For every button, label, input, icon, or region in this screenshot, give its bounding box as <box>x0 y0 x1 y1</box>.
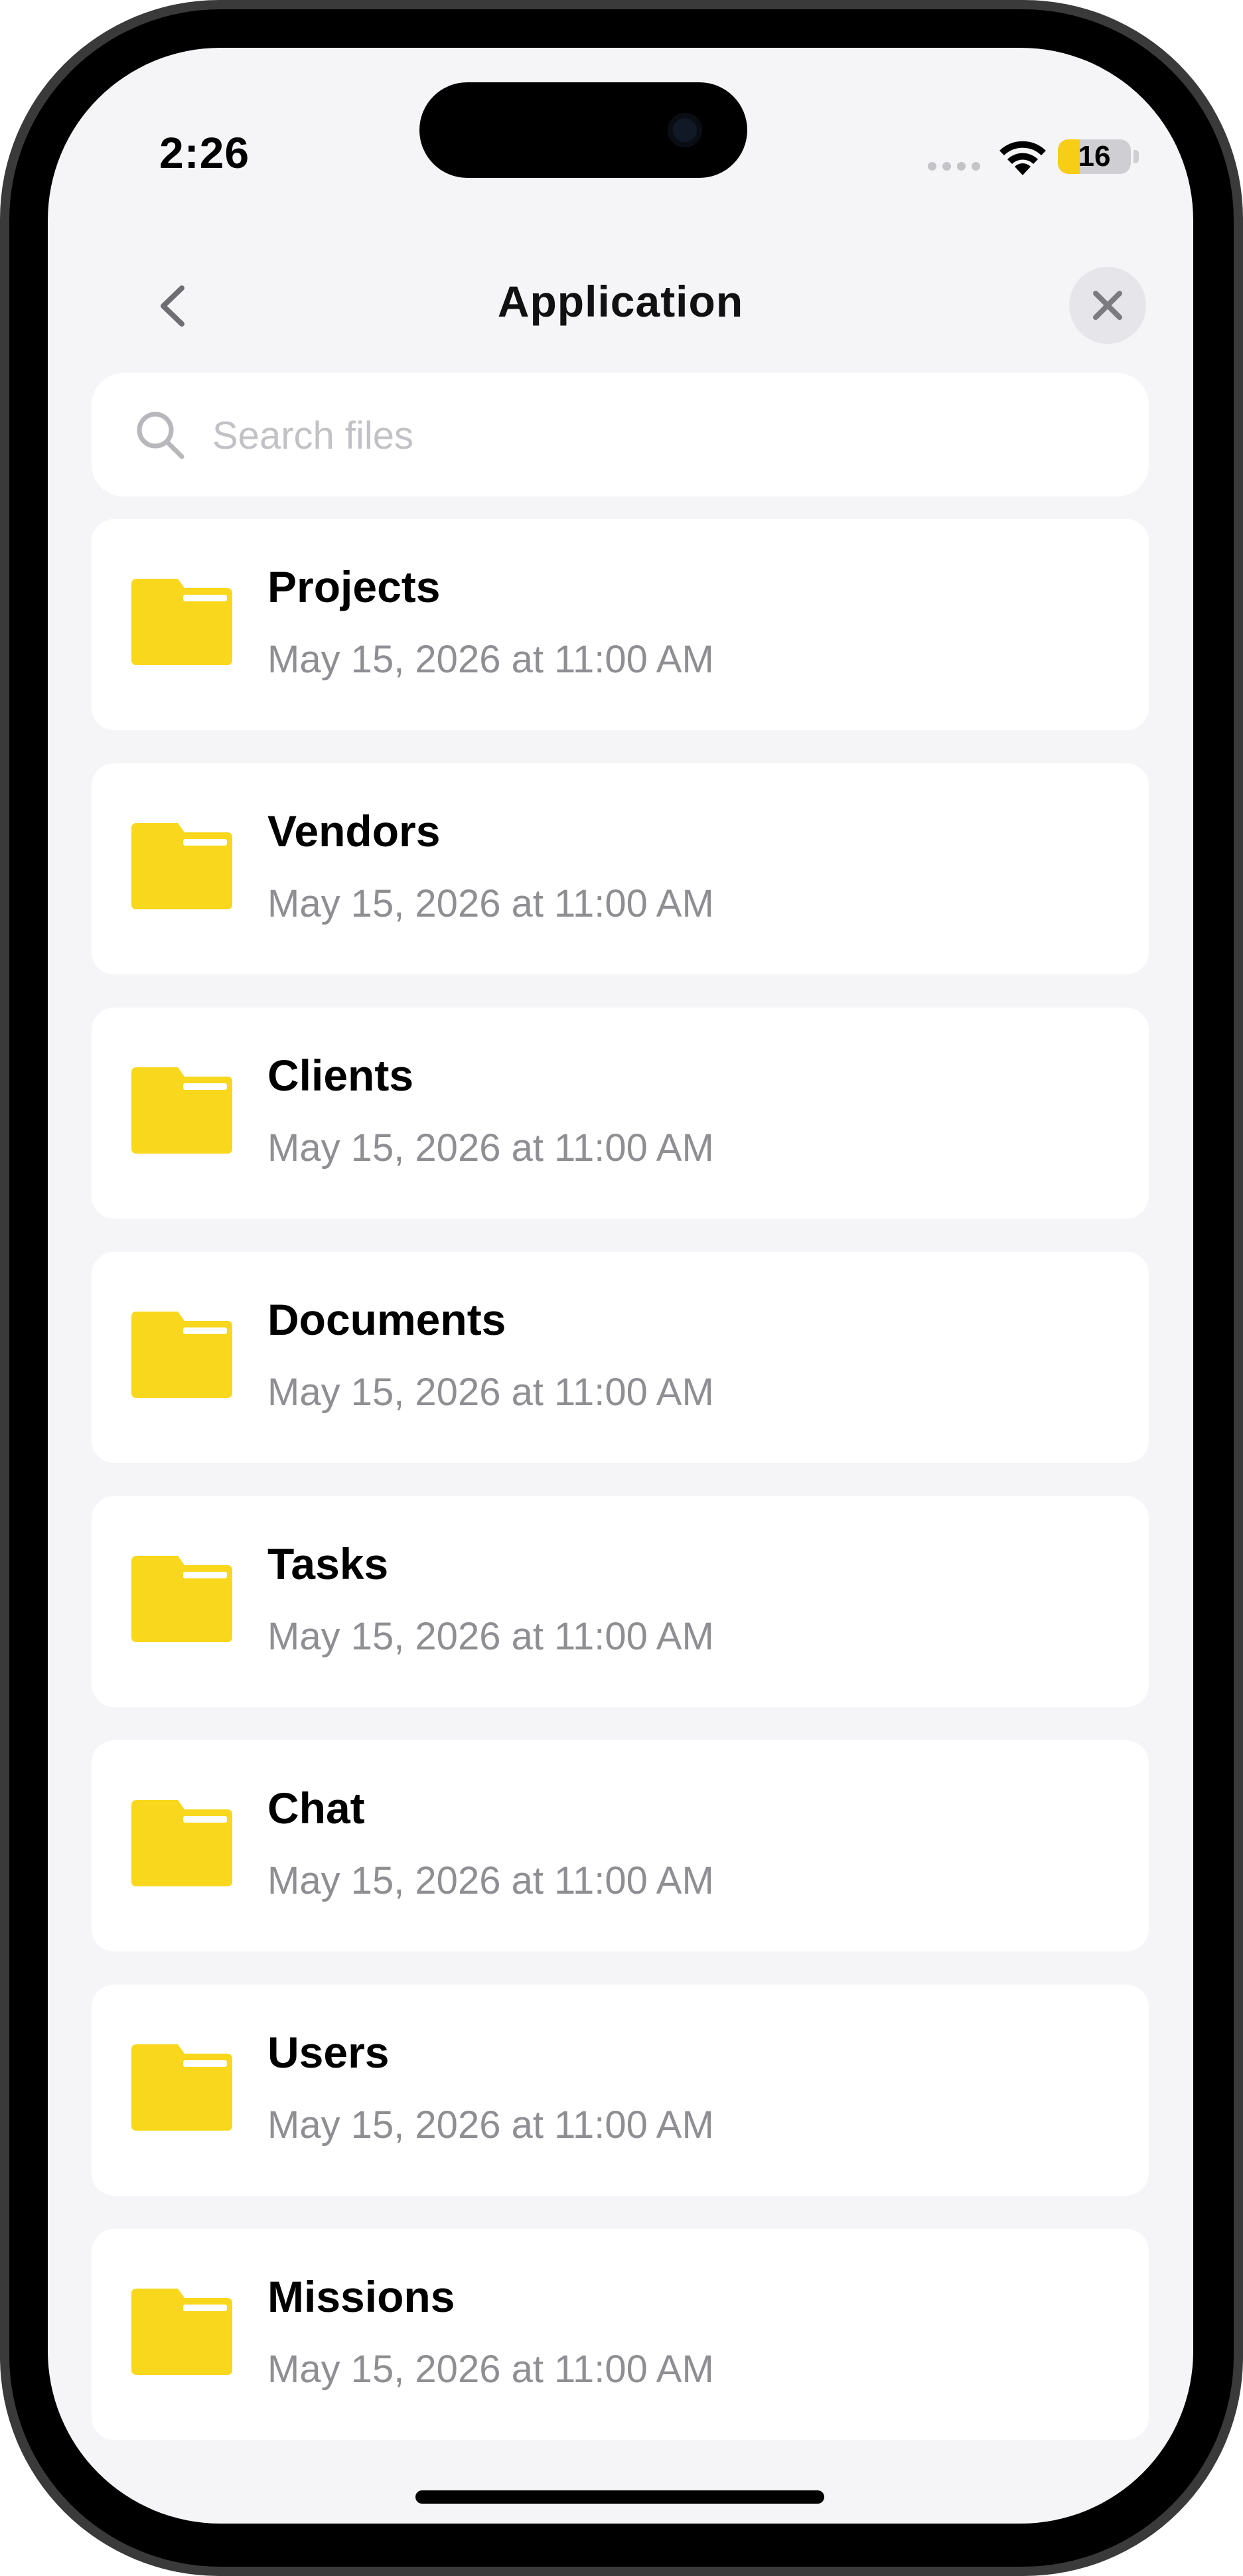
folder-icon <box>131 2289 232 2375</box>
folder-list-item[interactable]: Chat May 15, 2026 at 11:00 AM <box>92 1740 1149 1951</box>
wifi-icon <box>999 141 1046 175</box>
folder-name: Vendors <box>267 806 441 856</box>
folder-name: Missions <box>267 2272 455 2321</box>
dynamic-island <box>419 82 747 178</box>
folder-icon <box>131 1067 232 1154</box>
folder-list-item[interactable]: Users May 15, 2026 at 11:00 AM <box>92 1985 1149 2196</box>
folder-modified-date: May 15, 2026 at 11:00 AM <box>267 2103 714 2147</box>
back-button[interactable] <box>149 276 202 336</box>
folder-name: Users <box>267 2028 390 2077</box>
phone-device: 2:26 16 Application Search files Project… <box>0 0 1243 2576</box>
folder-name: Tasks <box>267 1539 389 1588</box>
folder-list-item[interactable]: Documents May 15, 2026 at 11:00 AM <box>92 1252 1149 1463</box>
folder-icon <box>131 579 232 665</box>
search-input[interactable] <box>211 400 1110 471</box>
folder-list-item[interactable]: Tasks May 15, 2026 at 11:00 AM <box>92 1496 1149 1707</box>
folder-icon <box>131 1312 232 1398</box>
close-button[interactable] <box>1069 267 1146 344</box>
status-time: 2:26 <box>159 128 250 177</box>
home-indicator[interactable] <box>415 2490 824 2504</box>
folder-modified-date: May 15, 2026 at 11:00 AM <box>267 2348 714 2391</box>
search-icon <box>137 412 184 459</box>
folder-list-item[interactable]: Clients May 15, 2026 at 11:00 AM <box>92 1008 1149 1219</box>
folder-name: Documents <box>267 1295 506 1344</box>
folder-list-item[interactable]: Missions May 15, 2026 at 11:00 AM <box>92 2229 1149 2440</box>
folder-name: Projects <box>267 562 441 611</box>
folder-icon <box>131 823 232 909</box>
search-bar[interactable] <box>92 373 1149 496</box>
close-icon <box>1093 291 1122 320</box>
folder-modified-date: May 15, 2026 at 11:00 AM <box>267 1615 714 1658</box>
folder-modified-date: May 15, 2026 at 11:00 AM <box>267 1859 714 1902</box>
folder-modified-date: May 15, 2026 at 11:00 AM <box>267 638 714 681</box>
folder-name: Chat <box>267 1783 365 1833</box>
page-title: Application <box>497 277 744 326</box>
screen: 2:26 16 Application Search files Project… <box>48 48 1193 2524</box>
battery-cap <box>1133 150 1139 163</box>
folder-list: Projects May 15, 2026 at 11:00 AM Vendor… <box>92 519 1149 2473</box>
battery-indicator: 16 <box>1058 139 1131 174</box>
chevron-left-icon <box>161 285 184 327</box>
folder-modified-date: May 15, 2026 at 11:00 AM <box>267 1371 714 1414</box>
folder-icon <box>131 2044 232 2131</box>
cellular-signal-icon <box>928 162 980 171</box>
battery-level: 16 <box>1078 140 1111 173</box>
folder-list-item[interactable]: Vendors May 15, 2026 at 11:00 AM <box>92 763 1149 974</box>
folder-name: Clients <box>267 1051 414 1100</box>
folder-icon <box>131 1800 232 1886</box>
folder-list-item[interactable]: Projects May 15, 2026 at 11:00 AM <box>92 519 1149 730</box>
folder-modified-date: May 15, 2026 at 11:00 AM <box>267 882 714 925</box>
camera-icon <box>668 113 702 147</box>
folder-icon <box>131 1556 232 1642</box>
folder-modified-date: May 15, 2026 at 11:00 AM <box>267 1126 714 1170</box>
